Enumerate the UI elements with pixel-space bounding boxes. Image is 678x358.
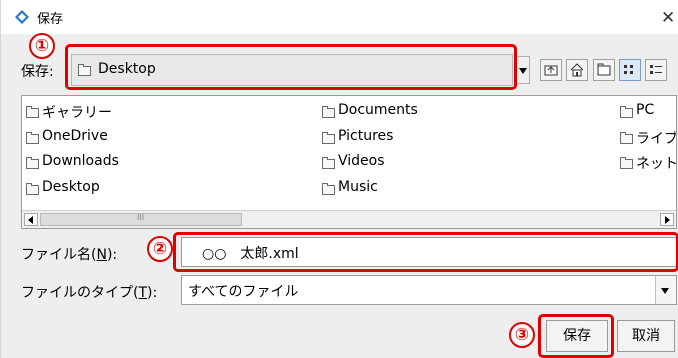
details-view-icon bbox=[650, 65, 662, 74]
folder-icon bbox=[620, 106, 633, 118]
folder-icon bbox=[26, 132, 39, 144]
home-icon bbox=[570, 63, 584, 77]
folder-icon bbox=[26, 157, 39, 169]
horizontal-scrollbar[interactable]: III bbox=[22, 210, 676, 228]
folder-icon bbox=[322, 157, 335, 169]
up-folder-button[interactable] bbox=[540, 59, 562, 81]
java-app-icon bbox=[15, 10, 29, 24]
annotation-marker-2: ② bbox=[147, 236, 173, 262]
annotation-marker-3: ③ bbox=[509, 322, 535, 348]
file-type-select[interactable]: すべてのファイル bbox=[181, 275, 677, 305]
file-list[interactable]: ギャラリー OneDrive Downloads Desktop Documen… bbox=[21, 95, 677, 229]
file-type-label: ファイルのタイプ(T): bbox=[21, 285, 158, 301]
folder-icon bbox=[620, 157, 633, 169]
cancel-button[interactable]: 取消 bbox=[617, 320, 675, 352]
close-icon[interactable]: ✕ bbox=[661, 8, 675, 28]
folder-icon bbox=[78, 64, 91, 76]
home-button[interactable] bbox=[566, 59, 588, 81]
title-bar: 保存 ✕ bbox=[1, 0, 678, 34]
annotation-marker-1: ① bbox=[29, 33, 55, 59]
folder-icon bbox=[26, 183, 39, 195]
new-folder-button[interactable] bbox=[593, 59, 615, 81]
file-name-label: ファイル名(N): bbox=[21, 247, 118, 263]
window-title: 保存 bbox=[37, 12, 64, 27]
scroll-right-icon[interactable] bbox=[660, 213, 674, 226]
up-folder-icon bbox=[544, 65, 558, 76]
scroll-left-icon[interactable] bbox=[24, 213, 38, 226]
list-view-icon bbox=[624, 65, 633, 74]
folder-icon bbox=[620, 132, 633, 144]
new-folder-icon bbox=[597, 63, 611, 76]
save-button[interactable]: 保存 bbox=[546, 320, 608, 352]
save-dialog: 保存 ✕ 保存: Desktop ギャラリー OneDrive Download… bbox=[0, 0, 678, 358]
folder-icon bbox=[322, 106, 335, 118]
scrollbar-thumb[interactable]: III bbox=[40, 213, 242, 226]
folder-icon bbox=[322, 183, 335, 195]
chevron-down-icon[interactable] bbox=[516, 56, 530, 84]
file-type-value: すべてのファイル bbox=[188, 284, 299, 300]
details-view-button[interactable] bbox=[645, 59, 667, 81]
folder-icon bbox=[26, 106, 39, 118]
file-name-input[interactable]: ○○ 太郎.xml bbox=[181, 237, 677, 267]
save-in-combo[interactable]: Desktop bbox=[71, 54, 513, 86]
save-in-value: Desktop bbox=[98, 61, 156, 77]
folder-icon bbox=[322, 132, 335, 144]
chevron-down-icon[interactable] bbox=[655, 276, 676, 304]
list-view-button[interactable] bbox=[619, 59, 641, 81]
save-in-label: 保存: bbox=[21, 64, 54, 80]
